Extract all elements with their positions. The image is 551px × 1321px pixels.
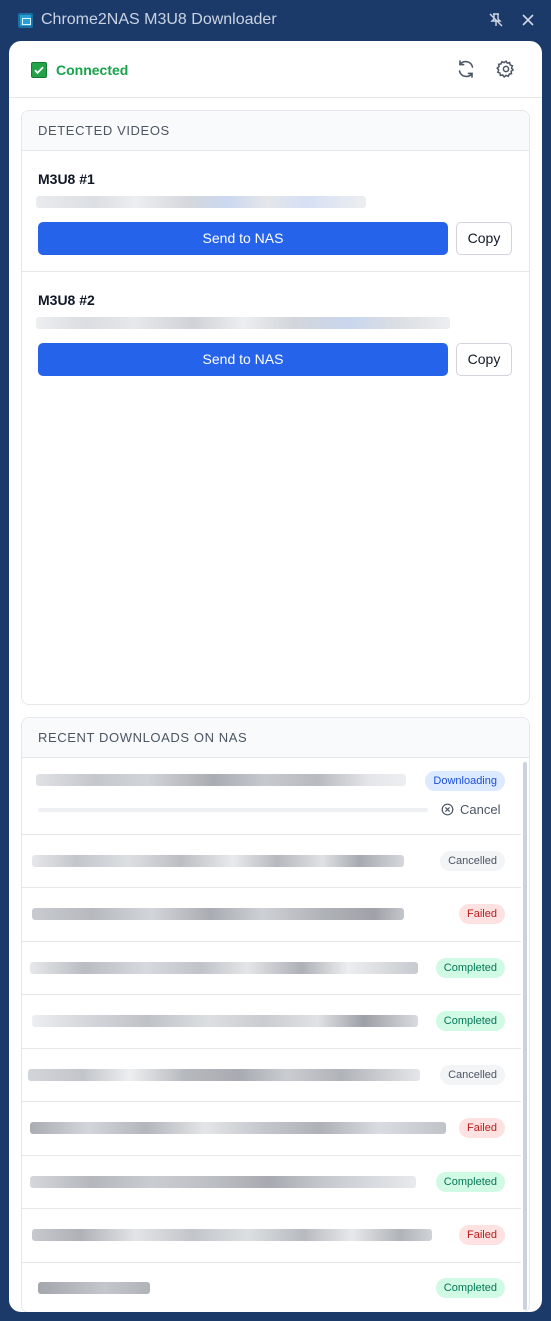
cancel-circle-icon xyxy=(441,803,454,816)
recent-downloads-card: RECENT DOWNLOADS ON NAS Downloading Canc… xyxy=(21,717,530,1312)
cancel-label: Cancel xyxy=(460,802,501,817)
main-panel: Connected DETECTED VIDEOS M3U8 #1 Send t… xyxy=(9,41,542,1312)
detected-videos-heading: DETECTED VIDEOS xyxy=(22,111,529,151)
status-badge: Completed xyxy=(435,1278,505,1298)
video-name: M3U8 #1 xyxy=(38,171,95,187)
video-url-redacted xyxy=(36,196,366,208)
video-name: M3U8 #2 xyxy=(38,292,95,308)
download-item: Completed xyxy=(22,1263,521,1312)
download-item: Completed xyxy=(22,942,521,995)
filename-redacted xyxy=(32,1015,418,1027)
recent-downloads-heading: RECENT DOWNLOADS ON NAS xyxy=(22,718,529,758)
send-to-nas-button[interactable]: Send to NAS xyxy=(38,343,448,376)
filename-redacted xyxy=(38,1282,150,1294)
status-badge: Completed xyxy=(435,1011,505,1031)
filename-redacted xyxy=(30,1122,446,1134)
status-badge: Failed xyxy=(459,1225,505,1245)
status-badge: Downloading xyxy=(425,771,505,791)
filename-redacted xyxy=(32,855,404,867)
status-badge: Failed xyxy=(459,1118,505,1138)
downloads-scrollbar[interactable] xyxy=(523,762,527,1310)
app-icon xyxy=(18,13,33,28)
close-icon[interactable] xyxy=(518,10,538,30)
download-item: Cancelled xyxy=(22,835,521,888)
cancel-button[interactable]: Cancel xyxy=(441,802,500,817)
filename-redacted xyxy=(30,962,418,974)
status-badge: Cancelled xyxy=(440,1065,505,1085)
download-item: Downloading Cancel xyxy=(22,758,521,835)
video-url-redacted xyxy=(36,317,450,329)
status-badge: Completed xyxy=(435,1172,505,1192)
download-item: Failed xyxy=(22,1209,521,1263)
filename-redacted xyxy=(30,1176,416,1188)
download-item: Completed xyxy=(22,995,521,1049)
download-item: Completed xyxy=(22,1156,521,1209)
filename-redacted xyxy=(32,908,404,920)
title-bar: Chrome2NAS M3U8 Downloader xyxy=(0,0,551,41)
copy-button[interactable]: Copy xyxy=(456,343,512,376)
status-badge: Completed xyxy=(435,958,505,978)
download-item: Failed xyxy=(22,888,521,942)
send-to-nas-button[interactable]: Send to NAS xyxy=(38,222,448,255)
copy-button[interactable]: Copy xyxy=(456,222,512,255)
status-badge: Failed xyxy=(459,904,505,924)
detected-videos-card: DETECTED VIDEOS M3U8 #1 Send to NAS Copy… xyxy=(21,110,530,705)
status-badge: Cancelled xyxy=(440,851,505,871)
connection-status: Connected xyxy=(56,62,129,78)
download-item: Failed xyxy=(22,1102,521,1156)
gear-icon[interactable] xyxy=(495,58,517,80)
download-progress xyxy=(38,808,428,812)
header: Connected xyxy=(9,41,542,98)
checkmark-icon xyxy=(31,62,47,78)
filename-redacted xyxy=(36,774,406,786)
downloads-list: Downloading Cancel Cancelled Failed Comp… xyxy=(22,758,521,1312)
refresh-icon[interactable] xyxy=(455,58,477,80)
filename-redacted xyxy=(32,1229,432,1241)
window-title: Chrome2NAS M3U8 Downloader xyxy=(41,11,277,28)
filename-redacted xyxy=(28,1069,420,1081)
video-item: M3U8 #1 Send to NAS Copy xyxy=(22,151,529,272)
video-item: M3U8 #2 Send to NAS Copy xyxy=(22,272,529,392)
download-item: Cancelled xyxy=(22,1049,521,1102)
pin-icon[interactable] xyxy=(486,10,506,30)
